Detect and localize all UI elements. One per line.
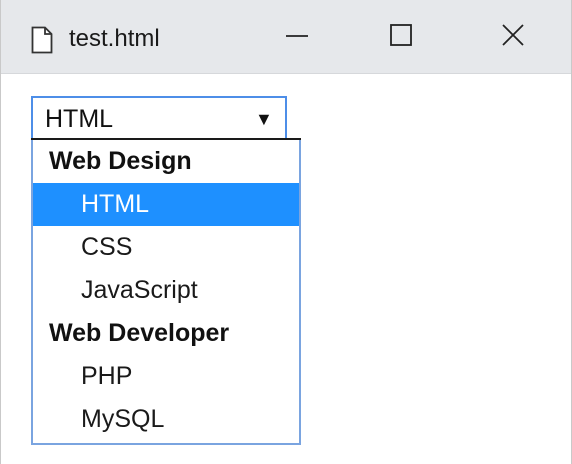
maximize-icon xyxy=(389,23,413,52)
option-html[interactable]: HTML xyxy=(33,183,299,226)
select-dropdown-list: Web Design HTML CSS JavaScript Web Devel… xyxy=(31,140,301,445)
option-javascript[interactable]: JavaScript xyxy=(33,269,299,312)
optgroup-web-developer: Web Developer xyxy=(49,319,230,347)
category-select[interactable]: HTML ▼ xyxy=(31,96,287,138)
close-icon xyxy=(501,23,525,52)
optgroup-web-design: Web Design xyxy=(49,147,192,175)
title-bar: test.html xyxy=(1,0,571,74)
option-css[interactable]: CSS xyxy=(33,226,299,269)
chevron-down-icon: ▼ xyxy=(255,109,273,129)
maximize-button[interactable] xyxy=(361,0,441,74)
close-button[interactable] xyxy=(473,0,553,74)
option-mysql[interactable]: MySQL xyxy=(33,398,299,441)
option-php[interactable]: PHP xyxy=(33,355,299,398)
select-current-value: HTML xyxy=(45,105,114,133)
window-title: test.html xyxy=(69,25,160,52)
minimize-button[interactable] xyxy=(257,0,337,74)
minimize-icon xyxy=(285,23,309,52)
browser-window: test.html HTML ▼ Web Design HTML CSS Jav… xyxy=(0,0,572,464)
file-icon xyxy=(31,26,53,54)
